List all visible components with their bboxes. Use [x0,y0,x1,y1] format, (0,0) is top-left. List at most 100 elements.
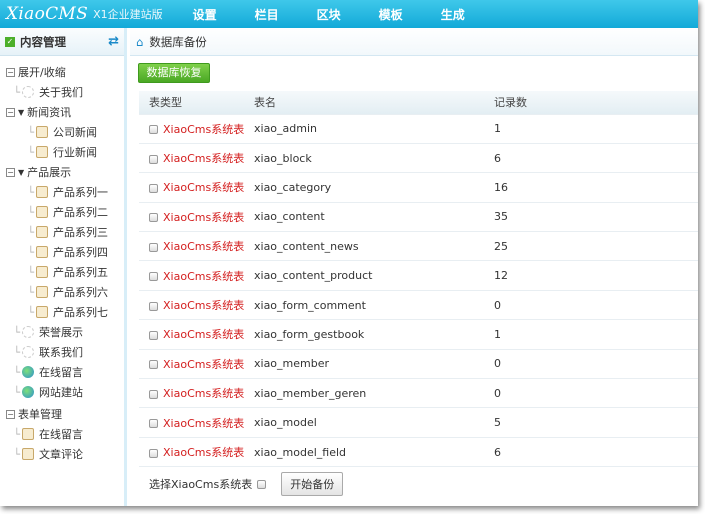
sidebar-item[interactable]: └ 在线留言 [0,424,124,444]
nav-templates[interactable]: 模板 [379,6,403,23]
page-icon [36,126,48,138]
column-name: 表名 [254,91,494,114]
collapse-icon: − [6,107,15,117]
tree-line: └ [13,447,20,461]
type-cell: XiaoCms系统表 [139,142,254,173]
home-icon[interactable]: ⌂ [136,35,143,49]
tree-line: └ [13,345,20,359]
type-cell: XiaoCms系统表 [139,260,254,291]
sidebar-item-label: 产品系列六 [53,286,108,299]
table-row: XiaoCms系统表 xiao_model_field 6 [139,436,698,467]
table-name: xiao_content_news [254,231,494,261]
row-checkbox[interactable] [149,448,158,458]
tree-line: └ [27,305,34,319]
sidebar-item-label: 产品系列七 [53,306,108,319]
row-checkbox[interactable] [149,154,158,164]
collapse-icon: − [6,409,15,419]
sidebar-item[interactable]: └ 荣誉展示 [0,322,124,342]
nav-settings[interactable]: 设置 [193,6,217,23]
row-checkbox[interactable] [149,242,158,252]
sidebar-item[interactable]: − ▼ 新闻资讯 [0,102,124,122]
sidebar-item[interactable]: └ 关于我们 [0,82,124,102]
table-row: XiaoCms系统表 xiao_member 0 [139,348,698,379]
type-cell: XiaoCms系统表 [139,113,254,144]
expand-icon[interactable]: ✓ [5,36,15,47]
table-type: XiaoCms系统表 [163,210,245,224]
nav-blocks[interactable]: 区块 [317,6,341,23]
page-icon [36,306,48,318]
restore-database-button[interactable]: 数据库恢复 [138,63,210,83]
row-checkbox[interactable] [149,272,158,282]
row-checkbox[interactable] [149,389,158,399]
tree-line: └ [13,427,20,441]
record-count: 6 [494,436,698,467]
tree-line: └ [27,285,34,299]
row-checkbox[interactable] [149,125,158,135]
logo: XiaoCMS [6,4,89,24]
select-all-checkbox[interactable] [257,479,267,489]
sidebar-item-label: 产品系列三 [53,226,108,239]
main-panel: ⌂ 数据库备份 数据库恢复 表类型 表名 记录数 XiaoCms系统表 xiao_… [130,28,698,506]
page-icon [36,246,48,258]
page-icon [36,186,48,198]
sidebar-item-label: 联系我们 [39,346,83,359]
sidebar-item[interactable]: └ 在线留言 [0,362,124,382]
refresh-icon[interactable]: ⇄ [108,34,119,49]
type-cell: XiaoCms系统表 [139,407,254,438]
tree-line: └ [13,85,20,99]
sidebar-item-label: 在线留言 [39,428,83,441]
page-icon [36,266,48,278]
table-name: xiao_block [254,142,494,173]
sidebar-item[interactable]: └ 产品系列五 [0,262,124,282]
record-count: 0 [494,378,698,408]
row-checkbox[interactable] [149,419,158,429]
table-type: XiaoCms系统表 [163,446,245,460]
globe-icon [22,366,34,378]
start-backup-button[interactable]: 开始备份 [281,472,344,496]
table-type: XiaoCms系统表 [163,416,245,430]
sidebar-item-label: 荣誉展示 [39,326,83,339]
sidebar-item[interactable]: └ 产品系列六 [0,282,124,302]
table-type: XiaoCms系统表 [163,269,245,283]
table-header: 表类型 表名 记录数 [139,91,698,114]
nav-generate[interactable]: 生成 [441,6,465,23]
type-cell: XiaoCms系统表 [139,319,254,350]
table-name: xiao_form_gestbook [254,319,494,350]
row-checkbox[interactable] [149,301,158,311]
sidebar-section-forms[interactable]: − 表单管理 [0,404,124,424]
row-checkbox[interactable] [149,330,158,340]
row-checkbox[interactable] [149,360,158,370]
tree-line: └ [13,385,20,399]
sidebar-item[interactable]: └ 产品系列四 [0,242,124,262]
tree-line: └ [27,125,34,139]
triangle-down-icon: ▼ [18,167,25,177]
gear-icon [22,326,34,338]
record-count: 35 [494,201,698,232]
sidebar-item[interactable]: └ 产品系列一 [0,182,124,202]
sidebar-item[interactable]: └ 联系我们 [0,342,124,362]
row-checkbox[interactable] [149,213,158,223]
sidebar-item[interactable]: − ▼ 产品展示 [0,162,124,182]
page-icon [36,146,48,158]
gear-icon [22,346,34,358]
sidebar-item-label: 产品系列二 [53,206,108,219]
tree-line: └ [27,265,34,279]
sidebar-header: ✓ 内容管理 ⇄ [0,28,124,56]
sidebar-item[interactable]: └ 网站建站 [0,382,124,402]
sidebar-item[interactable]: └ 行业新闻 [0,142,124,162]
table-type: XiaoCms系统表 [163,299,245,313]
table-row: XiaoCms系统表 xiao_form_gestbook 1 [139,319,698,350]
sidebar-item[interactable]: └ 产品系列二 [0,202,124,222]
record-count: 5 [494,407,698,438]
row-checkbox[interactable] [149,183,158,193]
sidebar-item[interactable]: └ 产品系列七 [0,302,124,322]
sidebar-item[interactable]: └ 文章评论 [0,444,124,464]
tree-toggle-all[interactable]: − 展开/收缩 [0,62,124,82]
nav-columns[interactable]: 栏目 [255,6,279,23]
sidebar-item[interactable]: └ 公司新闻 [0,122,124,142]
sidebar-item-label: 公司新闻 [53,126,97,139]
sidebar-item[interactable]: └ 产品系列三 [0,222,124,242]
record-count: 25 [494,231,698,261]
record-count: 0 [494,348,698,379]
table-row: XiaoCms系统表 xiao_content_product 12 [139,260,698,291]
